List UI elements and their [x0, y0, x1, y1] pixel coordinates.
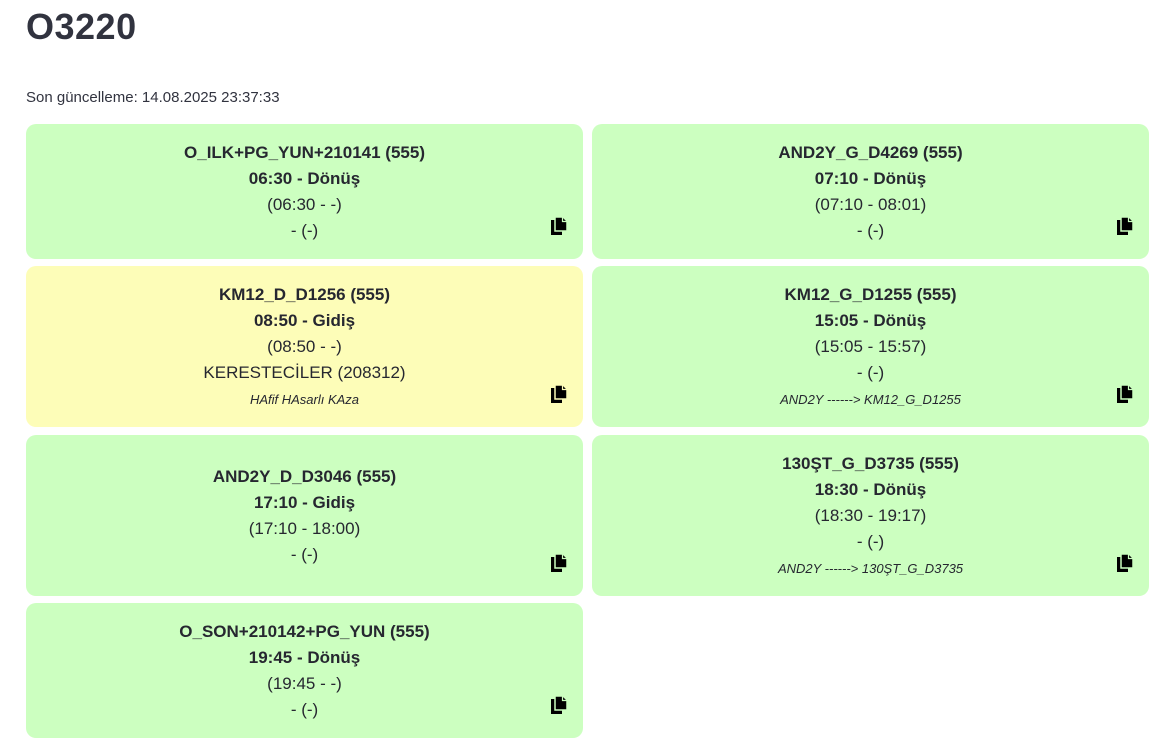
trip-time: 06:30 - Dönüş — [248, 168, 361, 188]
trip-card: 130ŞT_G_D3735 (555) 18:30 - Dönüş (18:30… — [592, 435, 1149, 596]
trip-time: 07:10 - Dönüş — [814, 168, 927, 188]
trip-window: (07:10 - 08:01) — [814, 194, 927, 214]
trip-name: AND2Y_D_D3046 (555) — [212, 466, 397, 486]
trip-card: AND2Y_D_D3046 (555) 17:10 - Gidiş (17:10… — [26, 435, 583, 596]
trip-time: 18:30 - Dönüş — [814, 479, 927, 499]
trip-card: O_ILK+PG_YUN+210141 (555) 06:30 - Dönüş … — [26, 124, 583, 259]
trip-time: 08:50 - Gidiş — [253, 310, 356, 330]
trip-card: AND2Y_G_D4269 (555) 07:10 - Dönüş (07:10… — [592, 124, 1149, 259]
copy-icon[interactable] — [1116, 384, 1134, 404]
trip-time: 15:05 - Dönüş — [814, 310, 927, 330]
trip-route: AND2Y ------> KM12_G_D1255 — [780, 391, 961, 407]
trip-card: KM12_D_D1256 (555) 08:50 - Gidiş (08:50 … — [26, 266, 583, 427]
trip-card: KM12_G_D1255 (555) 15:05 - Dönüş (15:05 … — [592, 266, 1149, 427]
trip-name: 130ŞT_G_D3735 (555) — [782, 453, 959, 473]
trip-time: 19:45 - Dönüş — [248, 647, 361, 667]
trip-name: KM12_G_D1255 (555) — [784, 284, 957, 304]
trip-window: (15:05 - 15:57) — [814, 336, 927, 356]
copy-icon[interactable] — [550, 216, 568, 236]
copy-icon[interactable] — [1116, 553, 1134, 573]
copy-icon[interactable] — [550, 384, 568, 404]
trip-place: - (-) — [856, 362, 885, 382]
last-update-text: Son güncelleme: 14.08.2025 23:37:33 — [26, 89, 280, 106]
trip-place: - (-) — [856, 531, 885, 551]
trip-note: HAfif HAsarlı KAza — [249, 391, 360, 407]
copy-icon[interactable] — [550, 695, 568, 715]
trip-window: (06:30 - -) — [267, 194, 342, 214]
copy-icon[interactable] — [550, 553, 568, 573]
trip-place: - (-) — [290, 220, 319, 240]
copy-icon[interactable] — [1116, 216, 1134, 236]
trip-time: 17:10 - Gidiş — [253, 492, 356, 512]
trip-route: AND2Y ------> 130ŞT_G_D3735 — [777, 560, 964, 576]
trip-place: KERESTECİLER (208312) — [203, 362, 406, 382]
trip-card: O_SON+210142+PG_YUN (555) 19:45 - Dönüş … — [26, 603, 583, 738]
trip-place: - (-) — [290, 544, 319, 564]
trip-place: - (-) — [290, 699, 319, 719]
trip-window: (19:45 - -) — [267, 673, 342, 693]
trip-name: KM12_D_D1256 (555) — [218, 284, 391, 304]
trip-name: O_ILK+PG_YUN+210141 (555) — [184, 142, 425, 162]
trip-place: - (-) — [856, 220, 885, 240]
trip-window: (08:50 - -) — [267, 336, 342, 356]
trip-name: AND2Y_G_D4269 (555) — [778, 142, 963, 162]
trip-window: (17:10 - 18:00) — [248, 518, 361, 538]
page-title: O3220 — [26, 6, 137, 47]
trip-name: O_SON+210142+PG_YUN (555) — [179, 621, 430, 641]
trip-window: (18:30 - 19:17) — [814, 505, 927, 525]
